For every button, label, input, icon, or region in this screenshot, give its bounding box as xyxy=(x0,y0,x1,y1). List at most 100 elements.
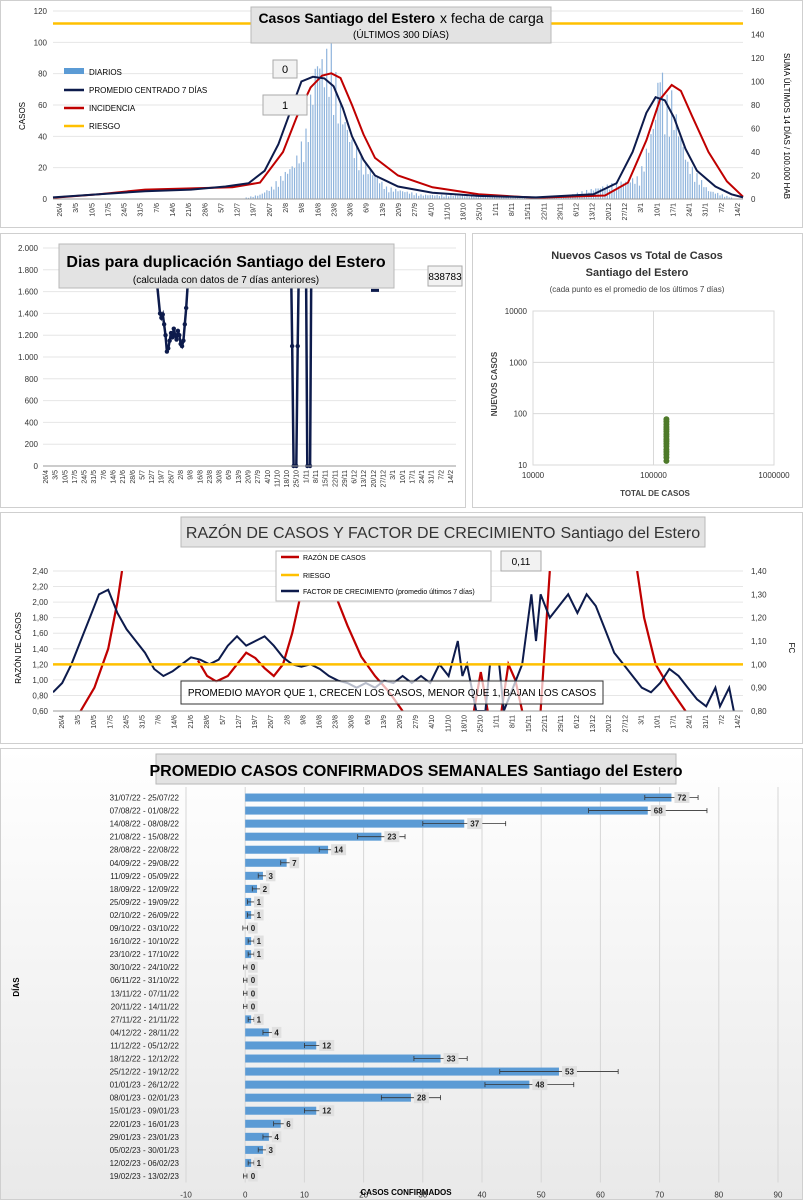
casos-title: Casos Santiago del Estero x fecha de carg… xyxy=(258,10,543,26)
dup-xtick-1: 3/5 xyxy=(53,470,60,480)
casos-xtick-13: 26/7 xyxy=(267,203,274,217)
daily-bar xyxy=(661,72,664,199)
casos-xtick-38: 17/1 xyxy=(670,203,677,217)
casos-ytick-right-1: 20 xyxy=(751,172,760,181)
dup-xtick-25: 18/10 xyxy=(284,470,291,488)
dup-point xyxy=(182,322,187,327)
dup-xtick-18: 30/8 xyxy=(217,470,224,484)
semanales-ylabel: DÍAS xyxy=(12,977,21,997)
casos-ytick-right-4: 80 xyxy=(751,101,760,110)
daily-bar xyxy=(712,191,714,199)
dup-xtick-41: 7/2 xyxy=(438,470,445,480)
daily-bar xyxy=(374,176,376,199)
daily-bar xyxy=(372,175,374,199)
daily-bar xyxy=(629,182,631,199)
duplicacion-annotation: 838783 xyxy=(428,272,462,283)
semanal-label-16: 0 xyxy=(251,1002,256,1011)
dup-xtick-15: 9/8 xyxy=(188,470,195,480)
legend-riesgo-razon: RIESGO xyxy=(303,573,331,580)
daily-bar xyxy=(277,186,279,199)
razon-xtick-17: 23/8 xyxy=(333,715,340,729)
dup-point xyxy=(172,333,178,338)
daily-bar xyxy=(328,96,330,199)
dup-ytick-1: 200 xyxy=(25,440,39,449)
daily-bar xyxy=(450,195,452,199)
semanal-label-0: 72 xyxy=(677,794,686,803)
casos-xtick-9: 28/6 xyxy=(202,203,209,217)
daily-bar xyxy=(413,195,415,199)
semanal-label-12: 1 xyxy=(257,950,262,959)
daily-bar xyxy=(714,193,716,199)
dup-xtick-29: 15/11 xyxy=(323,470,330,487)
daily-bar xyxy=(312,104,314,199)
razon-xtick-35: 27/12 xyxy=(622,715,629,733)
razon-xtick-29: 15/11 xyxy=(526,715,533,732)
daily-bar xyxy=(349,142,351,199)
daily-bar xyxy=(284,171,286,199)
daily-bar xyxy=(420,194,422,199)
semanal-xtick-7: 60 xyxy=(596,1191,605,1200)
daily-bar xyxy=(717,192,719,199)
chart-panel-casos: 0 20 40 60 80 100 120 0 20 40 60 80 100 120 140 160 26/4… xyxy=(0,0,803,228)
daily-bar xyxy=(339,101,342,199)
semanal-category-8: 25/09/22 - 19/09/22 xyxy=(110,898,180,907)
razon-note: PROMEDIO MAYOR QUE 1, CRECEN LOS CASOS, … xyxy=(188,688,597,699)
casos-xtick-27: 1/11 xyxy=(493,203,500,216)
razon-ytick-3: 1,20 xyxy=(32,660,48,669)
daily-bar xyxy=(698,184,700,199)
semanal-category-13: 30/10/22 - 24/10/22 xyxy=(110,963,180,972)
daily-bar xyxy=(362,174,365,199)
dup-xtick-6: 7/6 xyxy=(101,470,108,480)
semanal-category-9: 02/10/22 - 26/09/22 xyxy=(110,911,180,920)
razon-ytick-8: 2,20 xyxy=(32,583,48,592)
semanal-label-20: 33 xyxy=(447,1055,456,1064)
semanal-label-24: 12 xyxy=(322,1107,331,1116)
daily-bar xyxy=(703,187,705,199)
razon-xtick-42: 14/2 xyxy=(735,715,742,729)
razon-xtick-4: 24/5 xyxy=(123,715,130,729)
semanal-label-29: 0 xyxy=(251,1172,256,1181)
casos-ylabel: CASOS xyxy=(18,102,27,130)
semanal-category-23: 08/01/23 - 02/01/23 xyxy=(110,1094,180,1103)
dup-point xyxy=(168,330,174,336)
casos-xtick-32: 6/12 xyxy=(574,203,581,217)
razon-xtick-28: 8/11 xyxy=(510,715,517,728)
razon-xtick-15: 9/8 xyxy=(300,715,307,725)
daily-bar xyxy=(461,195,463,199)
duplicacion-chart: 0 200 400 600 800 1.000 1.200 1.400 1.600 1.800 2.… xyxy=(18,243,463,488)
dup-xtick-2: 10/5 xyxy=(62,470,69,484)
razon-ytick-6: 1,80 xyxy=(32,614,48,623)
semanal-category-10: 09/10/22 - 03/10/22 xyxy=(110,924,180,933)
casos-ytick-2: 40 xyxy=(38,132,47,141)
daily-bar xyxy=(643,171,645,199)
semanal-xtick-1: 0 xyxy=(243,1191,248,1200)
semanal-category-7: 18/09/22 - 12/09/22 xyxy=(110,885,180,894)
razon-ytick-1: 0,80 xyxy=(32,691,48,700)
razon-ytick-right-2: 1,00 xyxy=(751,660,767,669)
daily-bar xyxy=(415,193,417,199)
daily-bar xyxy=(404,192,406,199)
daily-bar xyxy=(379,183,381,199)
dup-ytick-9: 1.800 xyxy=(18,266,39,275)
daily-bar xyxy=(261,193,263,199)
razon-xtick-31: 29/11 xyxy=(558,715,565,732)
daily-bar xyxy=(266,190,268,199)
razon-xtick-38: 17/1 xyxy=(671,715,678,729)
dup-xtick-32: 6/12 xyxy=(352,470,359,484)
scatter-ylabel: NUEVOS CASOS xyxy=(490,351,499,416)
razon-xtick-11: 12/7 xyxy=(236,715,243,729)
daily-bar xyxy=(719,195,721,199)
semanal-category-21: 25/12/22 - 19/12/22 xyxy=(110,1068,180,1077)
daily-bar xyxy=(316,66,319,199)
semanal-label-13: 0 xyxy=(251,963,256,972)
semanal-category-17: 27/11/22 - 21/11/22 xyxy=(111,1015,180,1024)
razon-xtick-41: 7/2 xyxy=(719,715,726,725)
semanal-category-5: 04/09/22 - 29/08/22 xyxy=(110,859,180,868)
semanal-label-25: 6 xyxy=(286,1120,291,1129)
razon-ylabel-right: FC xyxy=(787,643,796,654)
casos-xtick-12: 19/7 xyxy=(251,203,258,217)
semanal-label-19: 12 xyxy=(322,1041,331,1050)
dup-point xyxy=(166,346,171,351)
dup-xtick-16: 16/8 xyxy=(197,470,204,484)
daily-bar xyxy=(337,123,339,199)
